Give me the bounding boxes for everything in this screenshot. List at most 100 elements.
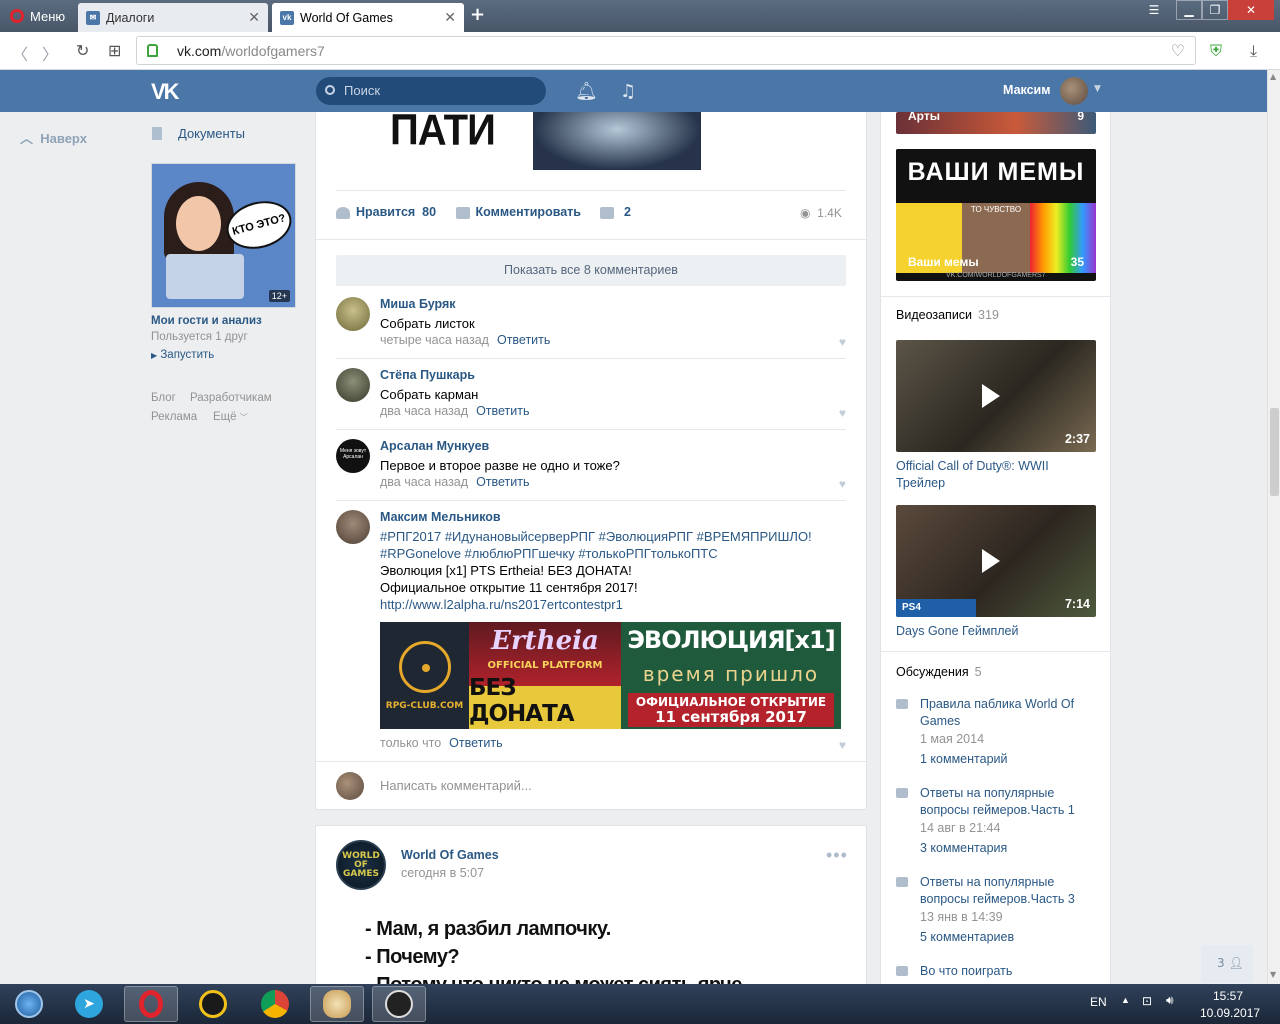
scroll-up-arrow-icon[interactable]: ▲: [1270, 72, 1276, 81]
taskbar-app2[interactable]: [372, 986, 426, 1022]
opera-tab-menu-icon[interactable]: ☰: [1142, 0, 1166, 20]
user-name[interactable]: Максим: [1003, 83, 1051, 97]
more-options-icon[interactable]: •••: [826, 845, 848, 866]
start-button[interactable]: [2, 986, 56, 1022]
hashtags-line[interactable]: #RPGonelove #люблюРПГшечку #толькоРПГтол…: [380, 545, 846, 562]
album-arts[interactable]: Арты 9: [896, 112, 1096, 134]
discussion-comments[interactable]: 1 комментарий: [920, 752, 1007, 766]
taskbar-paint[interactable]: [310, 986, 364, 1022]
friends-online-button[interactable]: 3 👤︎: [1201, 945, 1253, 983]
reply-link[interactable]: Ответить: [476, 404, 529, 418]
group-avatar[interactable]: WORLD OF GAMES: [336, 840, 386, 890]
language-indicator[interactable]: EN: [1090, 995, 1107, 1009]
music-note-icon[interactable]: ♫: [620, 81, 636, 102]
bookmark-heart-icon[interactable]: ♡: [1171, 41, 1185, 60]
comment-button[interactable]: Комментировать: [455, 205, 581, 219]
like-button[interactable]: Нравится 80: [336, 205, 436, 219]
taskbar-telegram[interactable]: ➤: [62, 986, 116, 1022]
video-thumbnail[interactable]: PS4 7:14: [896, 505, 1096, 617]
scroll-to-top-button[interactable]: ︿ Наверх: [20, 128, 87, 147]
discussion-item[interactable]: Ответы на популярные вопросы геймеров.Ча…: [896, 874, 1086, 949]
notifications-bell-icon[interactable]: 🔔︎: [575, 81, 598, 102]
commenter-avatar[interactable]: [336, 368, 370, 402]
reply-link[interactable]: Ответить: [476, 475, 529, 489]
show-all-comments-button[interactable]: Показать все 8 комментариев: [336, 255, 846, 286]
discussion-comments[interactable]: 3 комментария: [920, 841, 1007, 855]
search-input[interactable]: Поиск: [316, 77, 546, 105]
hashtags-line[interactable]: #РПГ2017 #ИдунановыйсерверРПГ #ЭволюцияР…: [380, 528, 846, 545]
clock-date[interactable]: 10.09.2017: [1200, 1006, 1260, 1020]
footer-link-blog[interactable]: Блог: [151, 392, 176, 404]
commenter-name[interactable]: Миша Буряк: [380, 297, 456, 311]
comment-url-link[interactable]: http://www.l2alpha.ru/ns2017ertcontestpr…: [380, 596, 846, 613]
minimize-window-icon[interactable]: ▁: [1176, 0, 1202, 20]
footer-link-ads[interactable]: Реклама: [151, 411, 197, 423]
tab-dialogs[interactable]: ✉ Диалоги ✕: [78, 3, 268, 32]
speed-dial-grid-icon[interactable]: ⊞: [108, 41, 121, 60]
vk-logo-icon[interactable]: VK: [151, 79, 180, 105]
discussion-item[interactable]: Во что поиграть: [896, 963, 1086, 983]
discussion-title[interactable]: Правила паблика World Of Games: [920, 696, 1090, 730]
forward-arrow-icon[interactable]: 〉: [42, 41, 58, 65]
taskbar-opera[interactable]: [124, 986, 178, 1022]
network-icon[interactable]: ⊡: [1142, 994, 1152, 1008]
url-input[interactable]: vk.com/worldofgamers7 ♡: [136, 36, 1196, 65]
reload-icon[interactable]: ↻: [76, 41, 89, 60]
share-button[interactable]: 2: [600, 205, 631, 219]
discussions-header[interactable]: Обсуждения 5: [896, 665, 982, 679]
downloads-icon[interactable]: ⤓: [1250, 41, 1257, 61]
commenter-name[interactable]: Стёпа Пушкарь: [380, 368, 475, 382]
footer-link-developers[interactable]: Разработчикам: [190, 392, 272, 404]
sidebar-item-documents[interactable]: Документы: [152, 126, 245, 141]
close-window-icon[interactable]: ✕: [1228, 0, 1274, 20]
comment-like-heart-icon[interactable]: ♥: [839, 335, 846, 349]
back-arrow-icon[interactable]: 〈: [12, 41, 28, 65]
clock-time[interactable]: 15:57: [1213, 989, 1243, 1003]
commenter-avatar[interactable]: [336, 510, 370, 544]
discussion-title[interactable]: Ответы на популярные вопросы геймеров.Ча…: [920, 785, 1090, 819]
discussion-comments[interactable]: 5 комментариев: [920, 930, 1014, 944]
discussion-title[interactable]: Ответы на популярные вопросы геймеров.Ча…: [920, 874, 1090, 908]
comment-like-heart-icon[interactable]: ♥: [839, 406, 846, 420]
close-tab-icon[interactable]: ✕: [444, 9, 456, 26]
discussion-item[interactable]: Ответы на популярные вопросы геймеров.Ча…: [896, 785, 1086, 860]
discussion-title[interactable]: Во что поиграть: [920, 963, 1090, 980]
taskbar-app[interactable]: [186, 986, 240, 1022]
scrollbar-thumb[interactable]: [1270, 408, 1279, 496]
reply-link[interactable]: Ответить: [449, 736, 502, 750]
ad-launch-link[interactable]: ▶ Запустить: [151, 349, 214, 361]
chevron-down-icon[interactable]: ▼: [1094, 84, 1101, 94]
commenter-avatar[interactable]: Меня зовут Арсалан: [336, 439, 370, 473]
commenter-name[interactable]: Арсалан Мункуев: [380, 439, 489, 453]
write-comment-input[interactable]: Написать комментарий...: [380, 778, 780, 793]
user-avatar[interactable]: [1060, 77, 1088, 105]
comment-like-heart-icon[interactable]: ♥: [839, 477, 846, 491]
album-memes[interactable]: ВАШИ МЕМЫ ТО ЧУВСТВО Ваши мемы 35 VK.COM…: [896, 149, 1096, 281]
adblock-shield-icon[interactable]: ⛨: [1210, 41, 1222, 61]
taskbar-chrome[interactable]: [248, 986, 302, 1022]
volume-icon[interactable]: 🔊︎: [1166, 993, 1174, 1008]
ad-image[interactable]: КТО ЭТО? 12+: [151, 163, 296, 308]
ad-title[interactable]: Мои гости и анализ: [151, 315, 262, 327]
new-tab-plus-icon[interactable]: +: [470, 4, 485, 25]
comment-like-heart-icon[interactable]: ♥: [839, 738, 846, 752]
tray-up-arrow-icon[interactable]: ▲: [1121, 995, 1130, 1005]
footer-link-more[interactable]: Ещё ﹀: [213, 411, 248, 423]
scroll-down-arrow-icon[interactable]: ▼: [1270, 970, 1276, 979]
video-title[interactable]: Days Gone Геймплей: [896, 623, 1018, 640]
comment-banner-image[interactable]: RPG-CLUB.COM Ertheia OFFICIAL PLATFORM Б…: [380, 622, 841, 729]
commenter-name[interactable]: Максим Мельников: [380, 510, 501, 524]
post-image[interactable]: [533, 112, 701, 170]
tab-world-of-games[interactable]: vk World Of Games ✕: [272, 3, 464, 32]
commenter-avatar[interactable]: [336, 297, 370, 331]
reply-link[interactable]: Ответить: [497, 333, 550, 347]
maximize-window-icon[interactable]: ❐: [1202, 0, 1228, 20]
video-thumbnail[interactable]: 2:37: [896, 340, 1096, 452]
post-author[interactable]: World Of Games: [401, 848, 499, 862]
video-title[interactable]: Official Call of Duty®: WWII Трейлер: [896, 458, 1076, 492]
post-time[interactable]: сегодня в 5:07: [401, 866, 484, 880]
discussion-item[interactable]: Правила паблика World Of Games 1 мая 201…: [896, 696, 1086, 771]
close-tab-icon[interactable]: ✕: [248, 9, 260, 26]
opera-menu-button[interactable]: Меню: [0, 0, 78, 32]
page-scrollbar[interactable]: ▲ ▼: [1267, 70, 1280, 984]
